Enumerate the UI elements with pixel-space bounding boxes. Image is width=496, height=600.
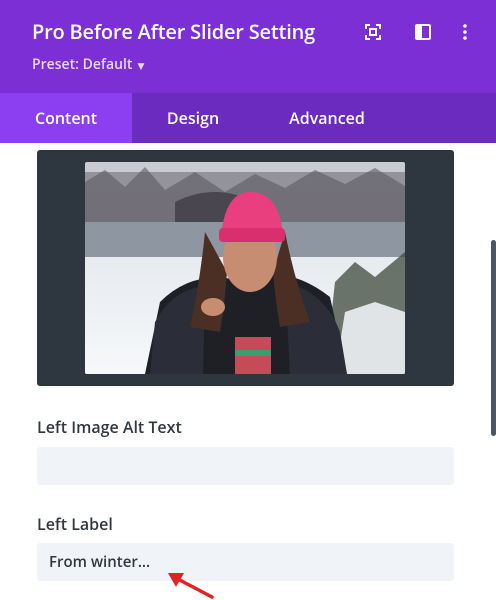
left-image-alt-label: Left Image Alt Text	[37, 416, 182, 438]
modal-title: Pro Before After Slider Setting	[32, 18, 316, 45]
caret-down-icon: ▼	[137, 59, 145, 72]
scrollbar-thumb[interactable]	[491, 240, 496, 436]
left-label-input[interactable]	[37, 543, 454, 581]
tab-design[interactable]: Design	[132, 93, 254, 143]
image-upload-preview[interactable]	[37, 150, 454, 386]
left-image-alt-input[interactable]	[37, 447, 454, 485]
settings-header: Pro Before After Slider Setting Preset: …	[0, 0, 496, 93]
tab-bar: Content Design Advanced	[0, 93, 496, 143]
annotation-arrow-icon	[168, 573, 214, 599]
focus-icon[interactable]	[364, 23, 382, 41]
preset-label: Preset: Default	[32, 55, 133, 74]
preset-selector[interactable]: Preset: Default ▼	[32, 55, 144, 74]
left-label-heading: Left Label	[37, 513, 113, 535]
tab-advanced[interactable]: Advanced	[254, 93, 400, 143]
preview-photo	[85, 162, 405, 374]
sidebar-toggle-icon[interactable]	[414, 23, 432, 41]
more-options-icon[interactable]	[456, 23, 474, 41]
tab-content[interactable]: Content	[0, 93, 132, 143]
